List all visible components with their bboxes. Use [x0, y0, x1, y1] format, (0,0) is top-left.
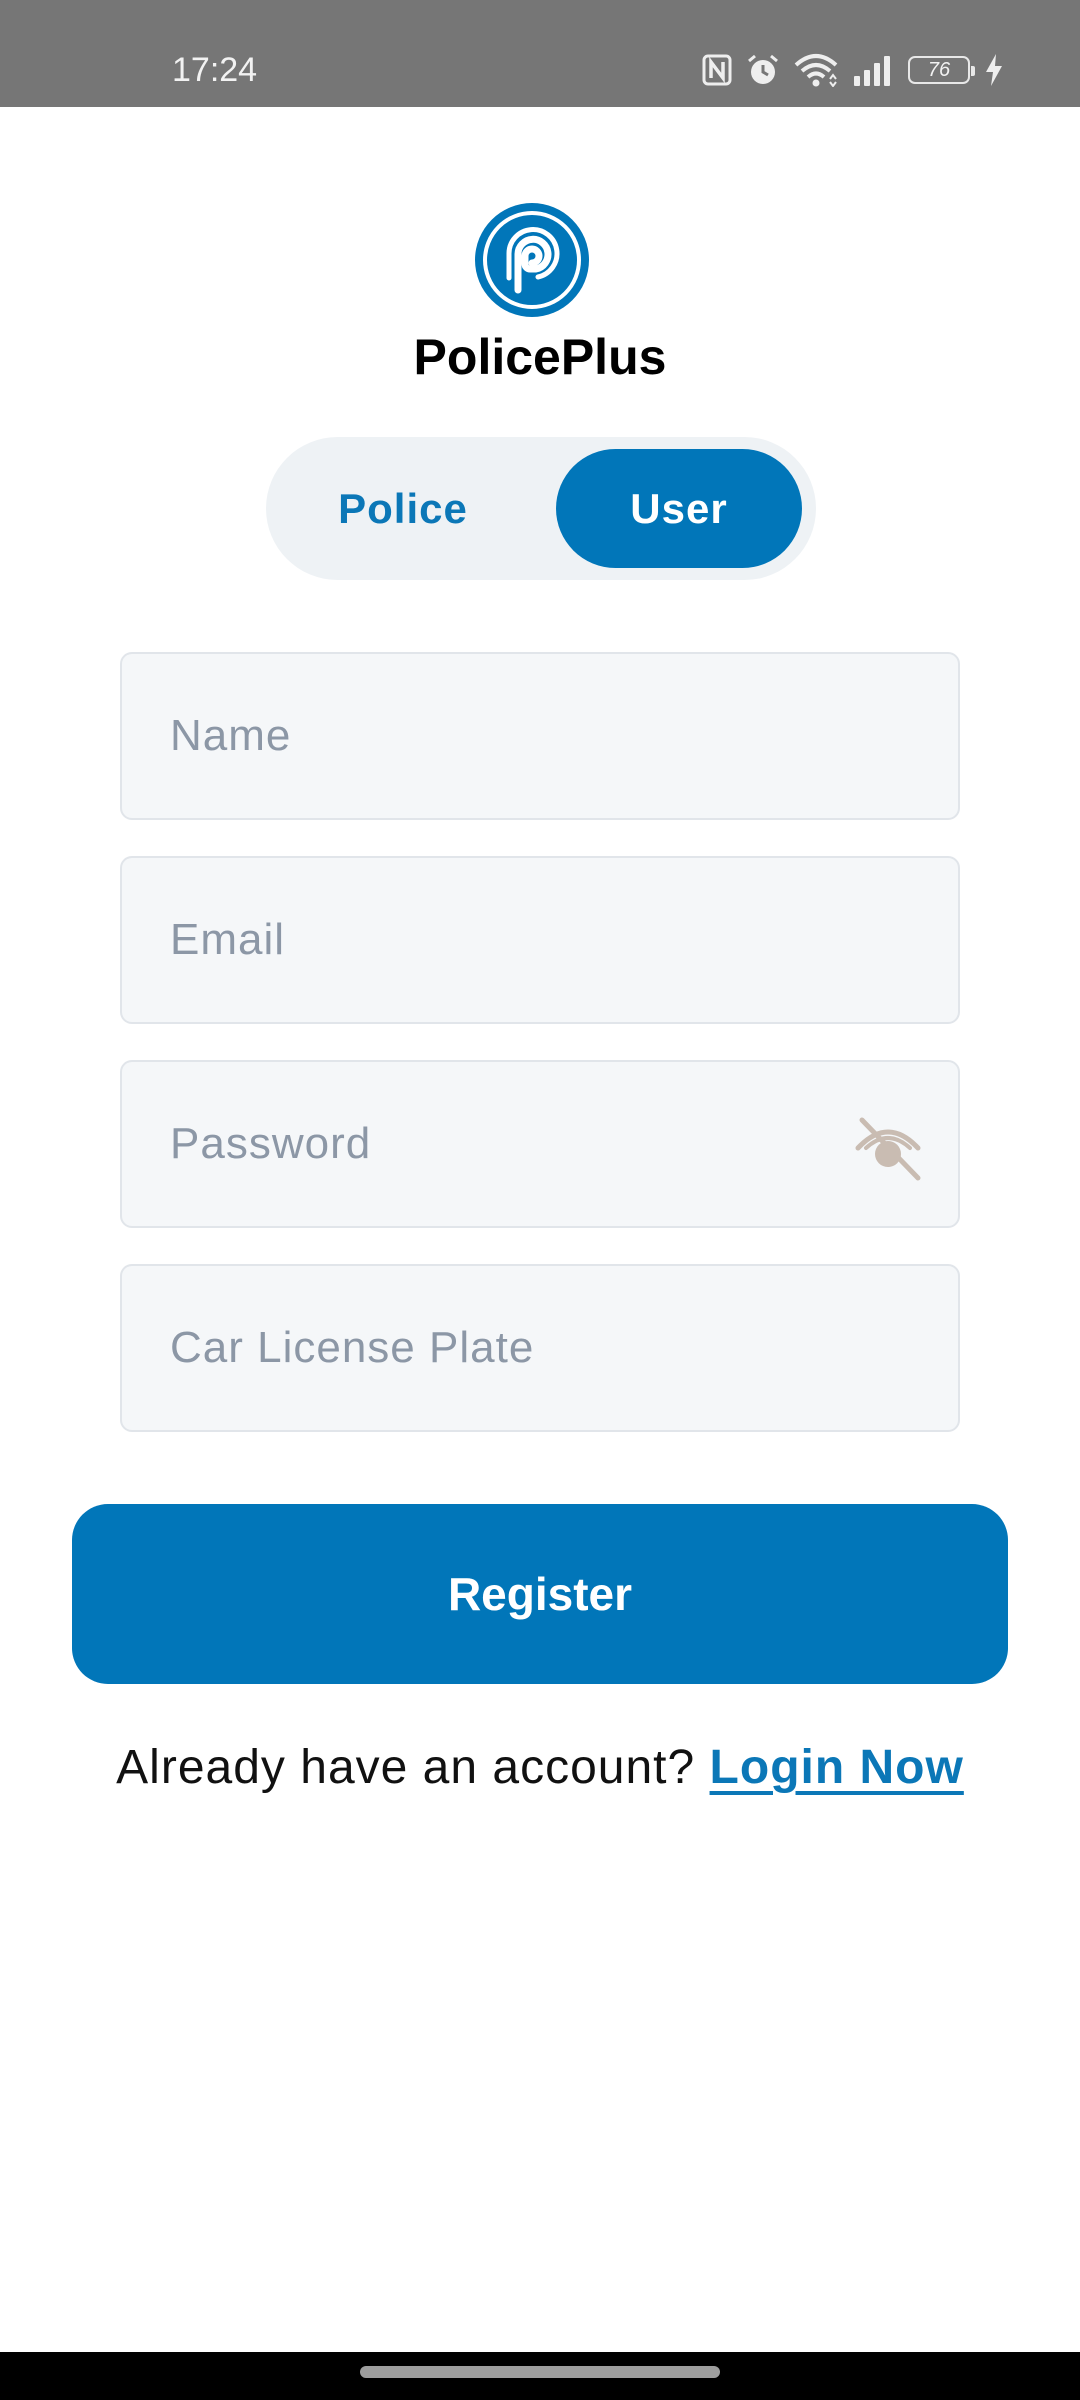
- email-field: [120, 856, 960, 1024]
- license-plate-input[interactable]: [122, 1266, 958, 1430]
- name-field: [120, 652, 960, 820]
- password-input[interactable]: [122, 1062, 958, 1226]
- password-field: [120, 1060, 960, 1228]
- register-button[interactable]: Register: [72, 1504, 1008, 1684]
- alarm-icon: [746, 53, 780, 87]
- license-plate-field: [120, 1264, 960, 1432]
- role-option-police[interactable]: Police: [280, 449, 526, 568]
- status-time: 17:24: [172, 51, 258, 89]
- nfc-icon: [702, 54, 732, 86]
- policeplus-logo-icon: [474, 202, 590, 318]
- status-icons: 76: [702, 50, 1004, 90]
- eye-off-icon[interactable]: [852, 1110, 924, 1182]
- navigation-bar: [0, 2352, 1080, 2400]
- name-input[interactable]: [122, 654, 958, 818]
- charging-icon: [984, 53, 1004, 87]
- login-now-link[interactable]: Login Now: [710, 1741, 964, 1794]
- login-prompt: Already have an account? Login Now: [0, 1736, 1080, 1800]
- role-toggle: Police User: [266, 437, 816, 580]
- wifi-icon: [794, 53, 838, 87]
- app-title: PolicePlus: [413, 329, 667, 385]
- battery-level: 76: [927, 58, 951, 81]
- signal-icon: [852, 54, 894, 86]
- home-indicator[interactable]: [360, 2366, 720, 2378]
- role-option-user[interactable]: User: [556, 449, 802, 568]
- battery-icon: 76: [908, 56, 975, 84]
- status-bar: 17:24 76: [0, 0, 1080, 107]
- login-prompt-text: Already have an account?: [116, 1741, 696, 1794]
- email-input[interactable]: [122, 858, 958, 1022]
